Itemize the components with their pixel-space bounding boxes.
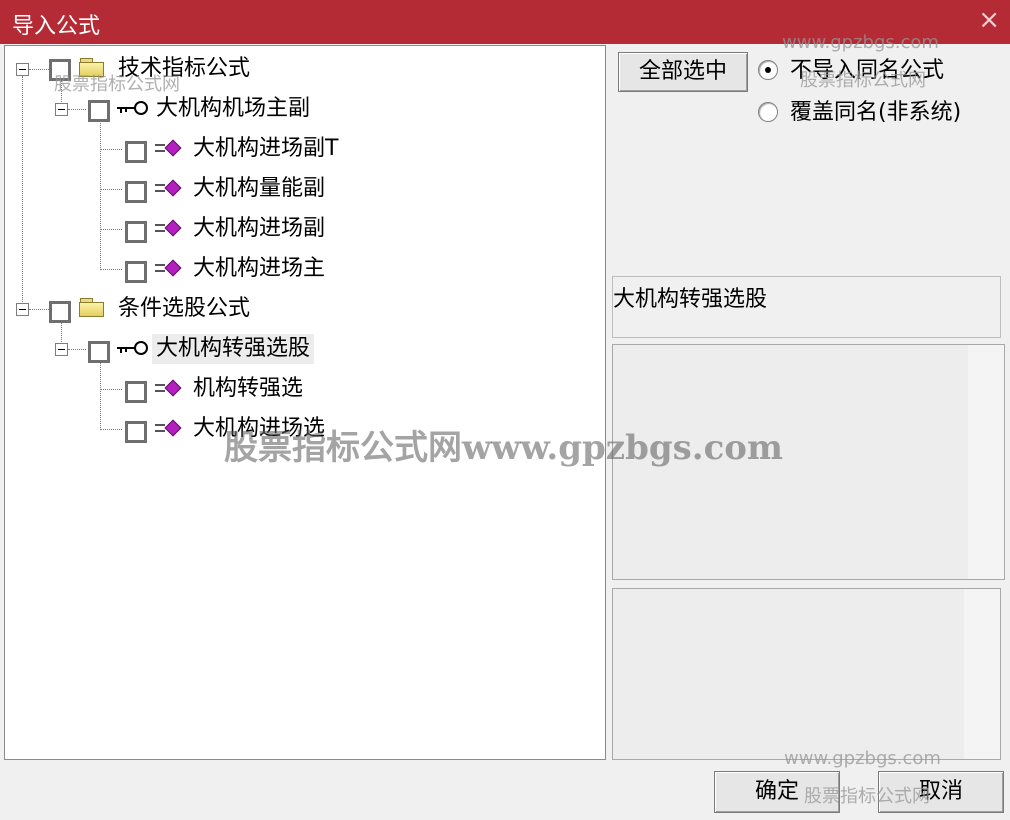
radio-button[interactable]: [758, 102, 778, 122]
item-label: 大机构进场副: [193, 216, 326, 241]
tree-item[interactable]: 大机构进场副: [5, 214, 385, 246]
tree-item[interactable]: 大机构进场主: [5, 254, 385, 286]
item-label: 大机构进场选: [193, 416, 326, 441]
radio-label: 不导入同名公式: [790, 58, 945, 83]
window-title: 导入公式: [12, 14, 101, 39]
collapse-icon[interactable]: [16, 303, 29, 316]
radio-overwrite-same-name[interactable]: 覆盖同名(非系统): [758, 98, 998, 128]
formula-label-selected: 大机构转强选股: [152, 334, 315, 364]
tree-formula-node[interactable]: 大机构机场主副: [5, 94, 345, 126]
radio-skip-same-name[interactable]: 不导入同名公式: [758, 56, 998, 86]
tree-item[interactable]: 大机构量能副: [5, 174, 385, 206]
formula-label: 大机构机场主副: [156, 96, 311, 121]
formula-name-display: 大机构转强选股: [612, 276, 1001, 338]
formula-checkbox[interactable]: [88, 100, 110, 122]
title-bar: 导入公式 ×: [0, 0, 1010, 44]
tree-item[interactable]: 机构转强选: [5, 374, 385, 406]
formula-name-text: 大机构转强选股: [613, 287, 768, 312]
tree-item[interactable]: 大机构进场选: [5, 414, 385, 446]
tree-item[interactable]: 大机构进场副T: [5, 134, 385, 166]
group-checkbox[interactable]: [49, 59, 71, 81]
close-icon[interactable]: ×: [978, 6, 1000, 34]
item-checkbox[interactable]: [125, 261, 147, 283]
group-label: 条件选股公式: [118, 296, 251, 321]
panel-shade: [964, 589, 1000, 759]
formula-checkbox[interactable]: [88, 341, 110, 363]
item-label: 机构转强选: [193, 376, 304, 401]
tree-group-indicators[interactable]: 技术指标公式: [5, 54, 305, 86]
group-checkbox[interactable]: [49, 301, 71, 323]
item-checkbox[interactable]: [125, 421, 147, 443]
item-checkbox[interactable]: [125, 141, 147, 163]
item-label: 大机构量能副: [193, 176, 326, 201]
folder-icon: [79, 58, 105, 78]
collapse-icon[interactable]: [16, 63, 29, 76]
select-all-button[interactable]: 全部选中: [618, 52, 748, 92]
item-label: 大机构进场副T: [193, 136, 339, 161]
group-label: 技术指标公式: [118, 56, 251, 81]
collapse-icon[interactable]: [55, 343, 68, 356]
key-icon: [117, 340, 148, 356]
tree-group-stock-screen[interactable]: 条件选股公式: [5, 294, 305, 326]
key-icon: [117, 100, 148, 116]
tree-formula-node[interactable]: 大机构转强选股: [5, 334, 345, 366]
gem-icon: [155, 379, 182, 399]
cancel-button[interactable]: 取消: [878, 771, 1004, 813]
radio-button-checked[interactable]: [758, 60, 778, 80]
gem-icon: [155, 139, 182, 159]
item-checkbox[interactable]: [125, 221, 147, 243]
gem-icon: [155, 179, 182, 199]
radio-label: 覆盖同名(非系统): [790, 100, 962, 125]
panel-shade: [968, 345, 1004, 579]
gem-icon: [155, 419, 182, 439]
item-checkbox[interactable]: [125, 181, 147, 203]
formula-description-panel[interactable]: [612, 344, 1005, 580]
gem-icon: [155, 219, 182, 239]
item-checkbox[interactable]: [125, 381, 147, 403]
collapse-icon[interactable]: [55, 103, 68, 116]
ok-button[interactable]: 确定: [714, 771, 840, 813]
formula-notes-panel[interactable]: [612, 588, 1001, 760]
item-label: 大机构进场主: [193, 256, 326, 281]
formula-tree[interactable]: 技术指标公式 大机构机场主副 大机构进场副T 大机构量能副 大机构进场副 大机构…: [4, 45, 606, 760]
gem-icon: [155, 259, 182, 279]
folder-icon: [79, 298, 105, 318]
